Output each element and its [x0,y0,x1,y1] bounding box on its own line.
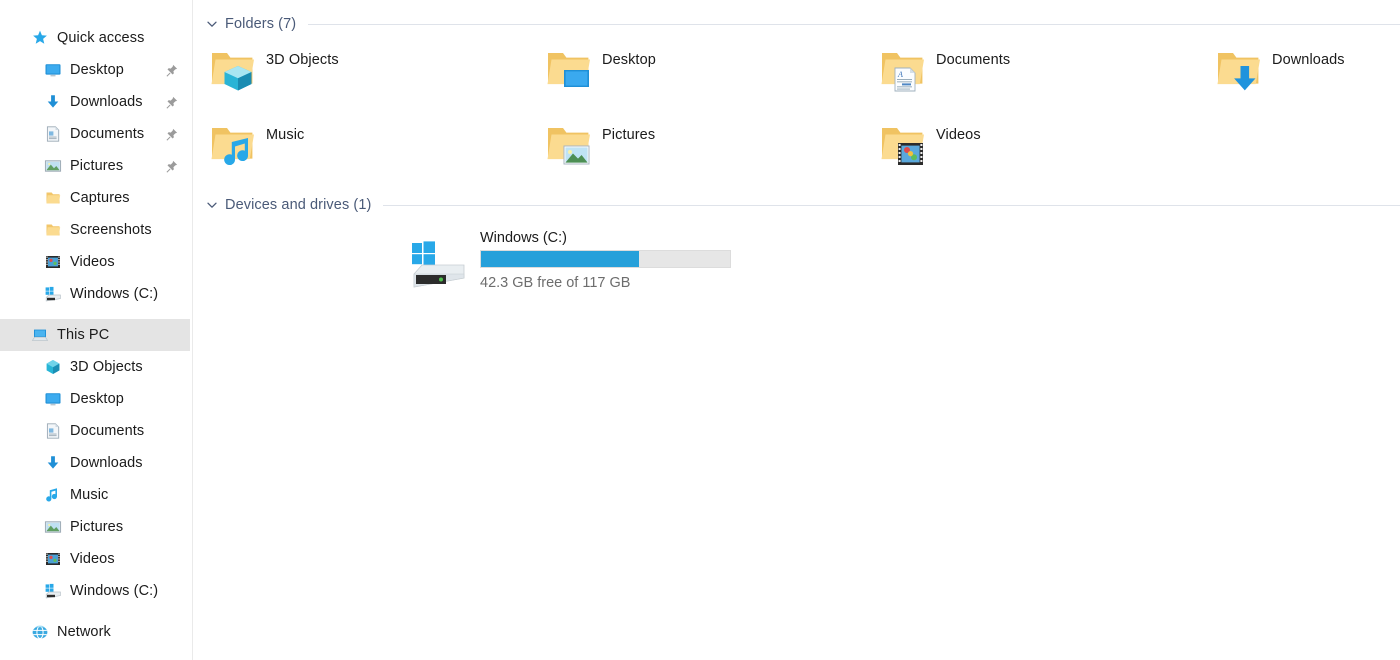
hard-drive-windows-icon [408,238,470,290]
folder-item-documents[interactable]: A Documents [878,44,1010,94]
sidebar-item-music[interactable]: Music [0,479,190,511]
folder-item-label: Music [266,127,305,143]
sidebar-item-label: Desktop [70,391,124,407]
pin-icon[interactable] [166,64,178,77]
sidebar-item-captures[interactable]: Captures [0,182,190,214]
file-list-pane[interactable]: Folders (7) 3D Objects Desktop A Documents D… [193,0,1400,660]
star-icon [31,29,49,47]
sidebar-item-videos[interactable]: Videos [0,543,190,575]
pin-icon[interactable] [166,96,178,109]
drive-free-space-text: 42.3 GB free of 117 GB [480,275,631,291]
folder-item-label: Documents [936,52,1011,68]
sidebar-item-videos[interactable]: Videos [0,246,190,278]
sidebar-item-screenshots[interactable]: Screenshots [0,214,190,246]
folder-item-videos[interactable]: Videos [878,119,981,169]
folder-music-icon [208,119,258,169]
sidebar-item-desktop[interactable]: Desktop [0,383,190,415]
chevron-down-icon[interactable] [205,198,219,212]
folder-3d-objects-icon [208,44,258,94]
folder-documents-icon: A [878,44,928,94]
sidebar-item-label: Documents [70,423,145,439]
sidebar-item-label: Captures [70,190,130,206]
folder-desktop-icon [544,44,594,94]
sidebar-item-this-pc[interactable]: This PC [0,319,190,351]
pin-icon[interactable] [166,128,178,141]
group-header-folders[interactable]: Folders (7) [205,14,1400,34]
sidebar-item-label: Music [70,487,109,503]
this-pc-icon [31,326,49,344]
drive-capacity-bar [480,250,731,268]
sidebar-item-label: This PC [57,327,110,343]
pin-icon[interactable] [166,160,178,173]
file-explorer-window: Quick access Desktop Downloads Documents Pic… [0,0,1400,660]
folder-item-music[interactable]: Music [208,119,304,169]
videos-icon [44,253,62,271]
pictures-icon [44,518,62,536]
sidebar-item-label: 3D Objects [70,359,143,375]
sidebar-item-desktop[interactable]: Desktop [0,54,190,86]
folder-item-pictures[interactable]: Pictures [544,119,655,169]
sidebar-item-3d-objects[interactable]: 3D Objects [0,351,190,383]
sidebar-item-label: Downloads [70,94,143,110]
sidebar-item-label: Windows (C:) [70,583,159,599]
group-rule [383,204,1400,206]
sidebar-item-windows-c[interactable]: Windows (C:) [0,575,190,607]
navigation-pane[interactable]: Quick access Desktop Downloads Documents Pic… [0,0,193,660]
videos-icon [44,550,62,568]
sidebar-item-label: Network [57,624,111,640]
group-header-devices[interactable]: Devices and drives (1) [205,195,1400,215]
sidebar-item-label: Quick access [57,30,145,46]
desktop-icon [44,61,62,79]
desktop-icon [44,390,62,408]
chevron-down-icon[interactable] [205,17,219,31]
sidebar-item-label: Pictures [70,519,124,535]
folder-item-label: Downloads [1272,52,1345,68]
group-title: Folders (7) [225,16,297,32]
sidebar-item-label: Downloads [70,455,143,471]
folder-videos-icon [878,119,928,169]
drive-icon [44,582,62,600]
download-icon [44,93,62,111]
drive-icon [44,285,62,303]
folder-item-desktop[interactable]: Desktop [544,44,656,94]
documents-icon [44,422,62,440]
folder-item-label: Videos [936,127,981,143]
sidebar-item-downloads[interactable]: Downloads [0,86,190,118]
folder-item-label: 3D Objects [266,52,339,68]
pictures-icon [44,157,62,175]
group-title: Devices and drives (1) [225,197,372,213]
sidebar-item-label: Windows (C:) [70,286,159,302]
sidebar-item-documents[interactable]: Documents [0,118,190,150]
folder-item-label: Pictures [602,127,656,143]
sidebar-item-documents[interactable]: Documents [0,415,190,447]
svg-text:A: A [897,70,903,79]
folder-item-downloads[interactable]: Downloads [1214,44,1345,94]
drive-name: Windows (C:) [480,230,568,246]
folder-pictures-icon [544,119,594,169]
group-rule [308,23,1400,25]
3d-objects-icon [44,358,62,376]
documents-icon [44,125,62,143]
sidebar-item-downloads[interactable]: Downloads [0,447,190,479]
sidebar-item-windows-c[interactable]: Windows (C:) [0,278,190,310]
sidebar-item-quick-access[interactable]: Quick access [0,22,190,54]
network-icon [31,623,49,641]
folder-item-label: Desktop [602,52,656,68]
drive-capacity-fill [481,251,640,267]
download-icon [44,454,62,472]
sidebar-item-label: Pictures [70,158,124,174]
sidebar-item-label: Videos [70,254,115,270]
sidebar-item-label: Documents [70,126,145,142]
music-icon [44,486,62,504]
folder-icon [44,189,62,207]
sidebar-item-pictures[interactable]: Pictures [0,150,190,182]
folder-icon [44,221,62,239]
folder-item-3d-objects[interactable]: 3D Objects [208,44,339,94]
sidebar-item-label: Desktop [70,62,124,78]
sidebar-item-network[interactable]: Network [0,616,190,648]
sidebar-item-label: Screenshots [70,222,152,238]
sidebar-item-label: Videos [70,551,115,567]
folder-downloads-icon [1214,44,1264,94]
sidebar-item-pictures[interactable]: Pictures [0,511,190,543]
